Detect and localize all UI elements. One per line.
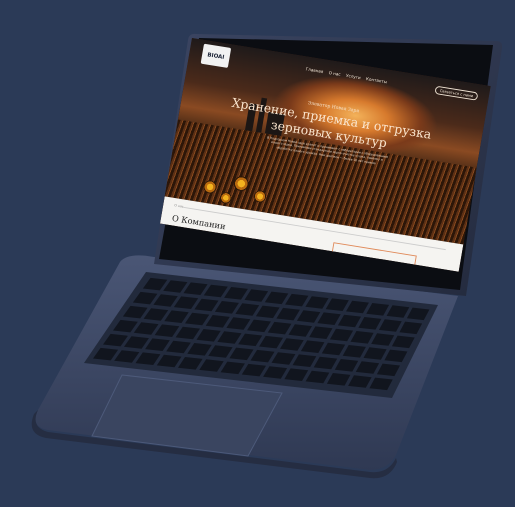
product-mockup: BIOAI Главная О нас Услуги Контакты Связ…	[0, 0, 515, 507]
logo[interactable]: BIOAI	[200, 43, 232, 68]
nav-item-about[interactable]: О нас	[328, 71, 341, 77]
main-nav: Главная О нас Услуги Контакты	[305, 68, 387, 86]
logo-text: BIOAI	[206, 51, 225, 61]
nav-item-home[interactable]: Главная	[305, 68, 323, 75]
contact-button[interactable]: Связаться с нами	[434, 85, 479, 101]
nav-item-contacts[interactable]: Контакты	[365, 77, 387, 85]
nav-item-services[interactable]: Услуги	[346, 74, 361, 81]
